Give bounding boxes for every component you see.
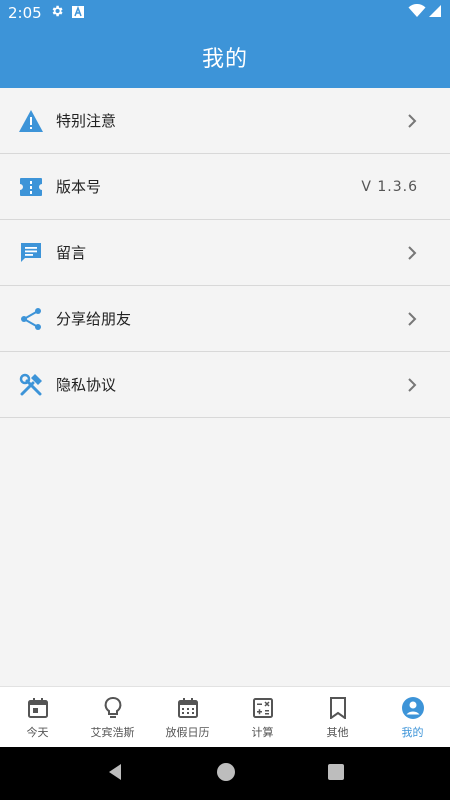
calculator-icon bbox=[250, 695, 276, 721]
menu-item-share[interactable]: 分享给朋友 bbox=[0, 286, 450, 352]
share-icon bbox=[18, 306, 44, 332]
nav-item-ebbinghaus[interactable]: 艾宾浩斯 bbox=[75, 687, 150, 747]
calendar-icon bbox=[175, 695, 201, 721]
chevron-right-icon bbox=[406, 245, 418, 261]
warning-icon bbox=[18, 108, 44, 134]
nav-item-holiday-calendar[interactable]: 放假日历 bbox=[150, 687, 225, 747]
wifi-icon bbox=[408, 3, 426, 22]
ticket-icon bbox=[18, 174, 44, 200]
system-nav-bar bbox=[0, 747, 450, 800]
bookmark-icon bbox=[325, 695, 351, 721]
status-time: 2:05 bbox=[8, 4, 42, 22]
a-badge-icon bbox=[71, 4, 84, 22]
chevron-right-icon bbox=[406, 377, 418, 393]
status-bar: 2:05 bbox=[0, 0, 450, 26]
message-icon bbox=[18, 240, 44, 266]
menu-item-privacy[interactable]: 隐私协议 bbox=[0, 352, 450, 418]
menu-item-notice[interactable]: 特别注意 bbox=[0, 88, 450, 154]
nav-item-other[interactable]: 其他 bbox=[300, 687, 375, 747]
menu-item-label: 特别注意 bbox=[56, 112, 117, 130]
menu-item-label: 版本号 bbox=[56, 178, 102, 196]
home-icon[interactable] bbox=[216, 762, 236, 786]
nav-item-today[interactable]: 今天 bbox=[0, 687, 75, 747]
bottom-nav: 今天 艾宾浩斯 放假日历 计算 其他 我的 bbox=[0, 686, 450, 747]
nav-item-mine[interactable]: 我的 bbox=[375, 687, 450, 747]
nav-label: 我的 bbox=[401, 725, 424, 739]
nav-label: 放假日历 bbox=[165, 725, 210, 739]
nav-label: 计算 bbox=[251, 725, 274, 739]
menu-item-label: 隐私协议 bbox=[56, 376, 117, 394]
menu-item-label: 分享给朋友 bbox=[56, 310, 132, 328]
version-value: V 1.3.6 bbox=[361, 178, 418, 195]
account-icon bbox=[400, 695, 426, 721]
signal-icon bbox=[428, 4, 442, 22]
nav-label: 艾宾浩斯 bbox=[90, 725, 135, 739]
recents-icon[interactable] bbox=[327, 763, 345, 785]
chevron-right-icon bbox=[406, 311, 418, 327]
app-bar: 我的 bbox=[0, 26, 450, 88]
calendar-day-icon bbox=[25, 695, 51, 721]
chevron-right-icon bbox=[406, 113, 418, 129]
gear-icon bbox=[50, 4, 64, 22]
page-title: 我的 bbox=[201, 47, 248, 72]
nav-label: 今天 bbox=[26, 725, 49, 739]
menu-item-label: 留言 bbox=[56, 244, 87, 262]
nav-item-calculate[interactable]: 计算 bbox=[225, 687, 300, 747]
settings-list: 特别注意 版本号 V 1.3.6 留言 分享给朋友 隐私协议 bbox=[0, 88, 450, 418]
menu-item-message[interactable]: 留言 bbox=[0, 220, 450, 286]
lightbulb-icon bbox=[100, 695, 126, 721]
back-icon[interactable] bbox=[105, 762, 125, 786]
nav-label: 其他 bbox=[326, 725, 349, 739]
menu-item-version: 版本号 V 1.3.6 bbox=[0, 154, 450, 220]
tools-icon bbox=[18, 372, 44, 398]
